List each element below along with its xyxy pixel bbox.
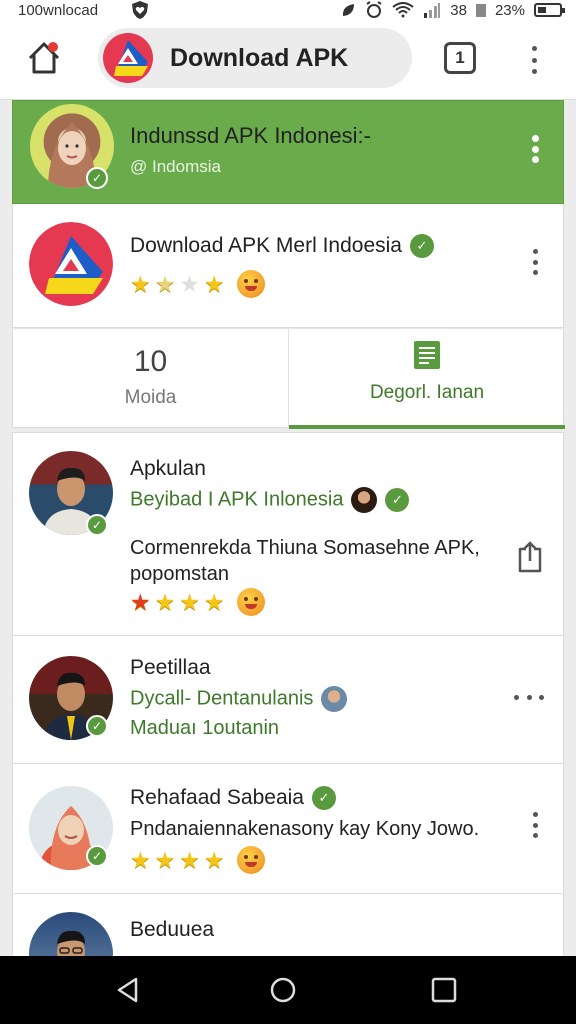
star-icon: ★ [130, 846, 151, 873]
share-icon[interactable] [516, 541, 544, 575]
address-bar[interactable]: Download APK [98, 28, 412, 88]
tabs-button[interactable]: 1 [444, 42, 476, 74]
app-title-text: Download APK Merl Indoesia [130, 234, 402, 257]
overflow-menu-button[interactable] [522, 42, 546, 78]
star-icon: ★ [130, 270, 151, 297]
avatar [321, 686, 348, 712]
star-icon: ★ [203, 846, 225, 873]
tab-media[interactable]: 10 Moida [13, 329, 289, 429]
verified-icon: ✓ [86, 715, 108, 737]
status-app-text: 100wnlocad [18, 2, 99, 19]
star-icon: ★ [154, 588, 176, 615]
verified-icon: ✓ [86, 845, 108, 867]
star-icon: ★ [203, 270, 225, 297]
star-icon: ★ [154, 846, 176, 873]
list-item[interactable]: ✓ Peetillaa Dycall- Dentanulanis Maduaı … [12, 636, 564, 764]
app-card[interactable]: Download APK Merl Indoesia ✓ ★ ★ ★ ★ [12, 204, 564, 328]
star-icon: ★ [154, 270, 176, 297]
star-icon: ★ [203, 588, 225, 615]
verified-icon: ✓ [86, 514, 108, 536]
feed-subtitle: Pndanaiennakenasony kay Kony Jowo. [130, 818, 480, 840]
smiley-emoji-icon [236, 846, 265, 874]
leaf-icon [343, 4, 355, 16]
app-rating: ★ ★ ★ ★ [130, 270, 265, 298]
app-menu-button[interactable] [525, 246, 545, 278]
wifi-icon [392, 2, 414, 18]
avatar [351, 487, 378, 513]
profile-banner[interactable]: ✓ Indunssd APK Indonesi:- @ Indomsia [12, 100, 564, 204]
status-number: 38 [450, 1, 467, 19]
back-icon[interactable] [114, 976, 142, 1004]
document-list-icon [414, 341, 440, 369]
page-title: Download APK [170, 44, 349, 72]
feed-body: Cormenrekda Thiuna Somasehne APK, popoms… [130, 537, 480, 585]
system-navigation-bar [0, 956, 576, 1024]
stats-tabs: 10 Moida Degorl. Ianan [12, 328, 565, 429]
feed-name-text: Rehafaad Sabeaia [130, 786, 304, 809]
feed-name: Beduuea [130, 918, 215, 941]
list-item[interactable]: Beduuea [12, 894, 564, 964]
feed-subtitle: Dycall- Dentanulanis [130, 686, 348, 712]
tab-downloads[interactable]: Degorl. Ianan [289, 329, 565, 429]
tabs-count: 1 [455, 48, 465, 67]
profile-location: @ Indomsia [130, 157, 221, 176]
status-bar: 100wnlocad 38 23% [0, 0, 576, 22]
app-title: Download APK Merl Indoesia ✓ [130, 234, 434, 259]
browser-toolbar: Download APK 1 [0, 22, 576, 100]
verified-icon: ✓ [311, 786, 336, 811]
list-item[interactable]: ✓ Apkulan Beyibad I APK Inlonesia ✓ Corme… [12, 432, 564, 636]
feed-name: Apkulan [130, 457, 206, 480]
battery-percent: 23% [494, 1, 525, 19]
home-icon[interactable] [24, 38, 64, 78]
smiley-emoji-icon [236, 588, 265, 616]
feed-name: Rehafaad Sabeaia ✓ [130, 786, 336, 811]
media-count: 10 [133, 345, 168, 378]
media-label: Moida [124, 387, 177, 408]
alarm-icon [366, 1, 382, 18]
home-circle-icon[interactable] [269, 976, 297, 1004]
app-logo-icon [29, 222, 113, 306]
feed-subtitle: Beyibad I APK Inlonesia ✓ [130, 487, 410, 513]
verified-icon: ✓ [385, 488, 410, 512]
feed-subtitle-text: Beyibad I APK Inlonesia [130, 488, 344, 511]
star-icon: ★ [179, 846, 200, 873]
smiley-emoji-icon [236, 270, 265, 298]
shield-heart-icon [132, 1, 148, 19]
feed-rating: ★ ★ ★ ★ [130, 846, 265, 874]
signal-icon [424, 3, 441, 18]
star-icon: ★ [179, 270, 200, 297]
feed-rating: ★ ★ ★ ★ [130, 588, 265, 616]
banner-menu-button[interactable] [525, 132, 545, 166]
item-menu-button[interactable] [514, 692, 544, 702]
app-logo-icon [103, 33, 153, 83]
list-item[interactable]: ✓ Rehafaad Sabeaia ✓ Pndanaiennakenasony … [12, 764, 564, 894]
recents-icon[interactable] [431, 977, 457, 1003]
verified-icon: ✓ [410, 234, 434, 259]
feed-subtitle-text: Dycall- Dentanulanis [130, 687, 314, 710]
verified-icon: ✓ [86, 167, 108, 189]
star-icon: ★ [179, 588, 200, 615]
feed-meta: Maduaı 1outanin [130, 717, 280, 739]
feed-name: Peetillaa [130, 656, 211, 679]
profile-name: Indunssd APK Indonesi:- [130, 123, 371, 148]
item-menu-button[interactable] [525, 809, 545, 841]
star-icon: ★ [130, 588, 151, 615]
sd-card-icon [475, 3, 486, 17]
downloads-label: Degorl. Ianan [369, 382, 485, 403]
battery-icon [534, 3, 565, 17]
